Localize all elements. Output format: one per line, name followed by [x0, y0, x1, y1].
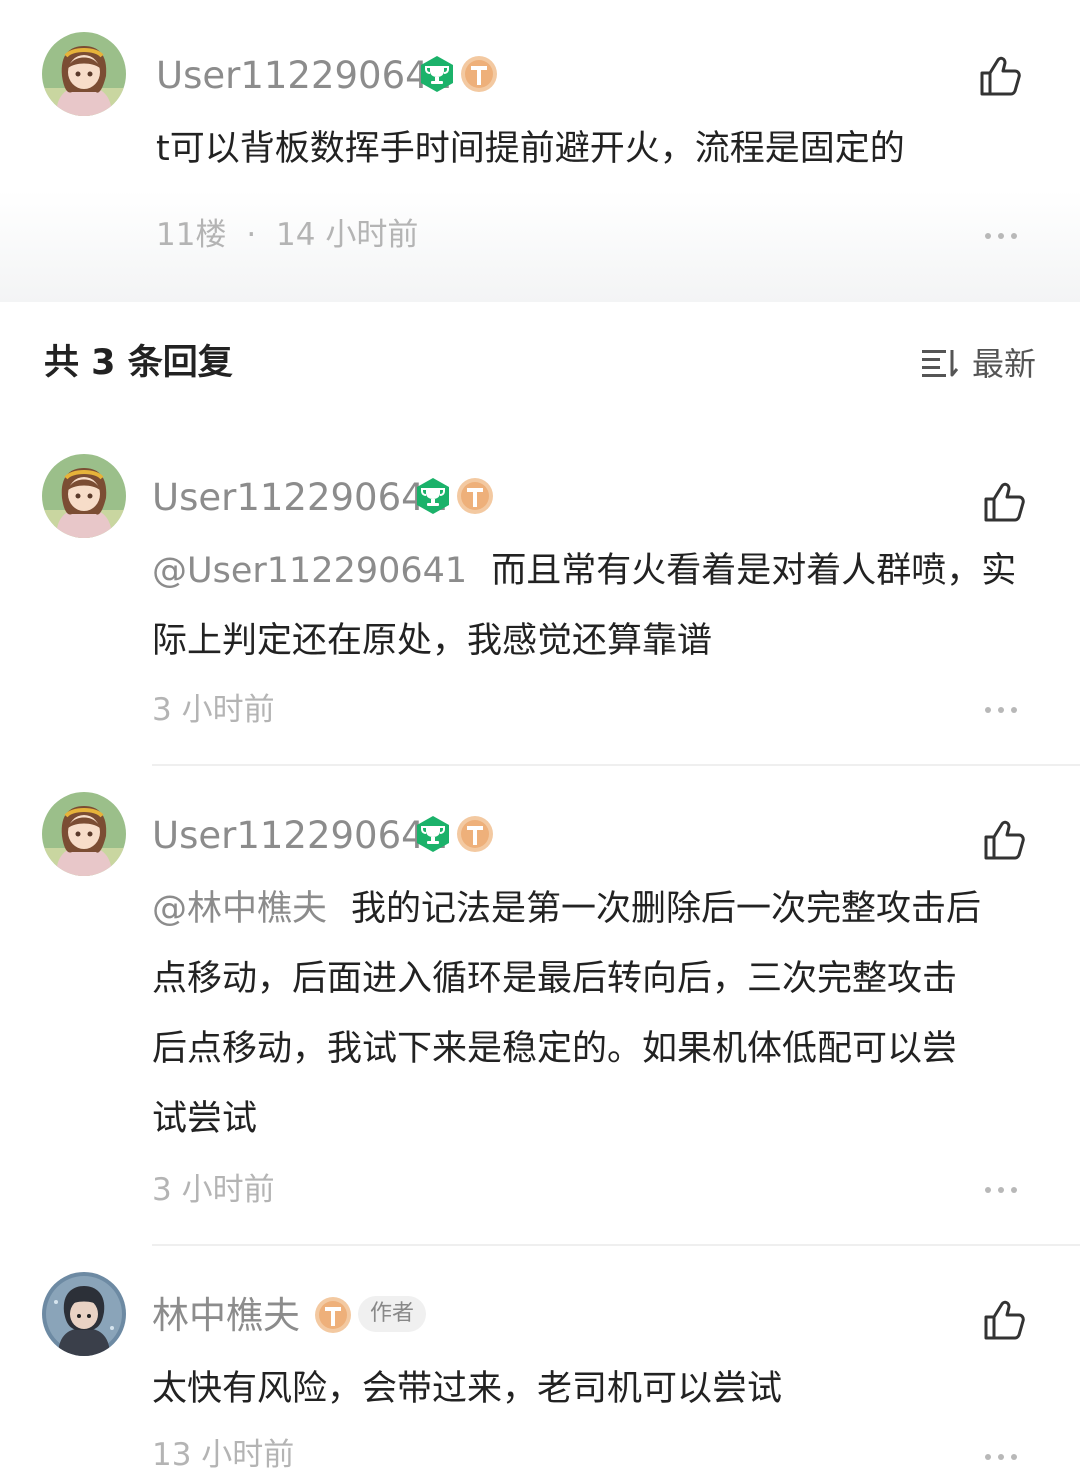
- timestamp: 14 小时前: [276, 217, 419, 253]
- floor-number: 11楼: [156, 217, 227, 253]
- divider: [152, 1244, 1080, 1246]
- username[interactable]: 林中樵夫: [152, 1297, 300, 1334]
- avatar[interactable]: [42, 792, 126, 876]
- timestamp: 3 小时前: [152, 692, 275, 728]
- comment-meta: 11楼 · 14 小时前: [156, 220, 418, 251]
- avatar[interactable]: [42, 32, 126, 116]
- more-dots-icon[interactable]: [984, 1185, 1018, 1195]
- mention-link[interactable]: @User112290641: [152, 551, 467, 591]
- level-badge-icon: [456, 814, 498, 854]
- trophy-badge-icon: [414, 815, 452, 853]
- username[interactable]: User112290641: [152, 479, 448, 516]
- more-dots-icon[interactable]: [984, 1452, 1018, 1462]
- reply-text-line: 点移动，后面进入循环是最后转向后，三次完整攻击: [152, 959, 958, 999]
- trophy-badge-icon: [418, 55, 456, 93]
- trophy-badge-icon: [414, 477, 452, 515]
- thumbs-up-icon[interactable]: [982, 480, 1026, 524]
- avatar[interactable]: [42, 454, 126, 538]
- comment-text: t可以背板数挥手时间提前避开火，流程是固定的: [156, 129, 905, 169]
- reply-text-line: 试尝试: [152, 1099, 258, 1139]
- thumbs-up-icon[interactable]: [982, 1298, 1026, 1342]
- thumbs-up-icon[interactable]: [978, 54, 1022, 98]
- avatar[interactable]: [42, 1272, 126, 1356]
- reply-text-line: 后点移动，我试下来是稳定的。如果机体低配可以尝: [152, 1029, 958, 1069]
- reply-text-line: 太快有风险，会带过来，老司机可以尝试: [152, 1369, 783, 1409]
- timestamp: 3 小时前: [152, 1172, 275, 1208]
- mention-link[interactable]: @林中樵夫: [152, 889, 327, 929]
- sort-button[interactable]: 最新: [920, 344, 1036, 384]
- reply-text: 我的记法是第一次删除后一次完整攻击后: [351, 889, 982, 929]
- username[interactable]: User112290641: [152, 817, 448, 854]
- main-comment: User112290641 t可以背板数挥手时间提前避开火，流程是固定的 11楼…: [0, 0, 1080, 302]
- sort-icon: [922, 350, 959, 377]
- reply-text: 而且常有火看着是对着人群喷，实: [491, 551, 1017, 591]
- meta-separator: ·: [246, 217, 257, 253]
- reply-text-line: 际上判定还在原处，我感觉还算靠谱: [152, 621, 713, 661]
- more-dots-icon[interactable]: [984, 231, 1018, 241]
- reply-text-line: @User112290641 而且常有火看着是对着人群喷，实: [152, 536, 1016, 606]
- username[interactable]: User112290641: [156, 57, 452, 94]
- divider: [152, 764, 1080, 766]
- thumbs-up-icon[interactable]: [982, 818, 1026, 862]
- level-badge-icon: [460, 54, 502, 94]
- level-badge-icon: [314, 1295, 356, 1335]
- sort-label: 最新: [972, 345, 1037, 383]
- author-tag: 作者: [358, 1296, 427, 1332]
- replies-count-title: 共 3 条回复: [44, 343, 233, 383]
- level-badge-icon: [456, 476, 498, 516]
- reply-text-line: @林中樵夫 我的记法是第一次删除后一次完整攻击后: [152, 874, 981, 944]
- timestamp: 13 小时前: [152, 1437, 295, 1473]
- more-dots-icon[interactable]: [984, 705, 1018, 715]
